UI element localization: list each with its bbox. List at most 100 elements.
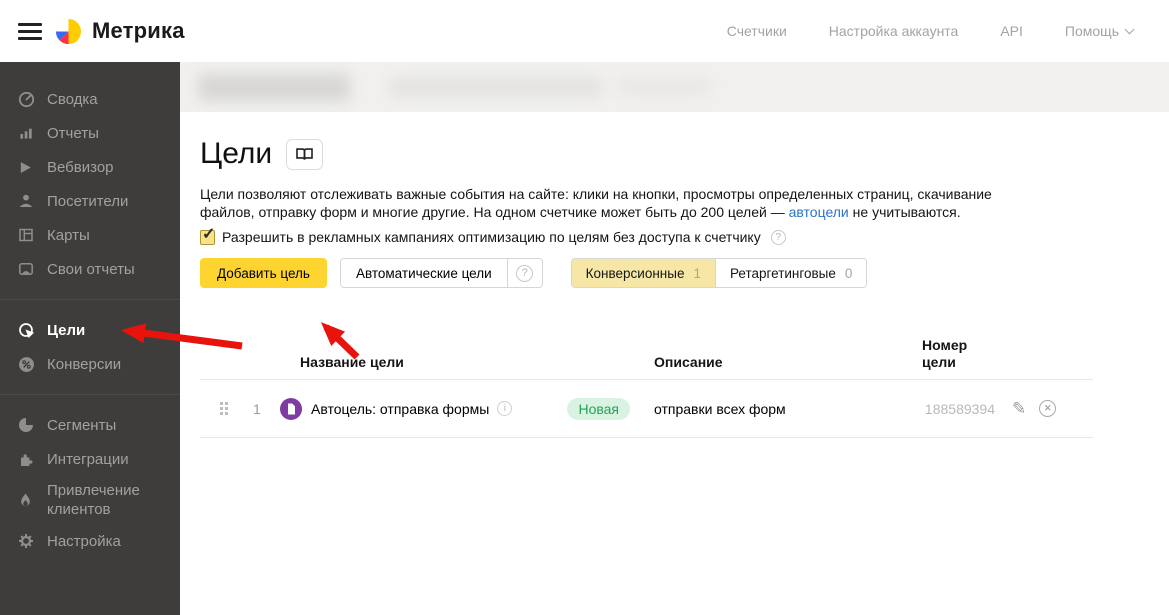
title-row: Цели — [200, 137, 1169, 171]
main-content: Цели Цели позволяют отслеживать важные с… — [180, 62, 1169, 615]
percent-circle-icon — [18, 356, 38, 372]
pie-chart-icon — [18, 417, 38, 433]
column-header-goal-number: Номер цели — [920, 337, 1000, 371]
puzzle-icon — [18, 451, 38, 467]
tab-retargeting-goals[interactable]: Ретаргетинговые 0 — [715, 259, 866, 287]
goal-name-cell: Автоцель: отправка формы i Новая — [280, 398, 650, 420]
tab-count: 1 — [693, 266, 701, 281]
help-book-button[interactable] — [286, 139, 323, 170]
sidebar-item-custom-reports[interactable]: Свои отчеты — [0, 252, 180, 286]
column-header-description: Описание — [650, 354, 920, 371]
sidebar-item-label: Отчеты — [47, 124, 99, 143]
sidebar-item-integrations[interactable]: Интеграции — [0, 442, 180, 476]
sidebar-item-reports[interactable]: Отчеты — [0, 116, 180, 150]
top-header: Метрика Счетчики Настройка аккаунта API … — [0, 0, 1169, 62]
chevron-down-icon — [1125, 24, 1135, 34]
sidebar-item-client-acquisition[interactable]: Привлечение клиентов — [0, 476, 180, 524]
add-goal-button[interactable]: Добавить цель — [200, 258, 327, 288]
top-nav: Счетчики Настройка аккаунта API Помощь — [727, 23, 1133, 39]
goal-type-tabs: Конверсионные 1 Ретаргетинговые 0 — [571, 258, 868, 288]
check-icon: ✓ — [202, 224, 215, 244]
goal-target-icon — [18, 322, 38, 338]
gear-icon — [18, 533, 38, 549]
speedometer-icon — [18, 91, 38, 107]
delete-circle-icon[interactable]: ✕ — [1039, 400, 1056, 417]
tab-count: 0 — [845, 266, 853, 281]
goal-id: 188589394 — [920, 401, 1000, 417]
sidebar-item-label: Настройка — [47, 532, 121, 551]
page-title: Цели — [200, 137, 272, 171]
auto-goals-help[interactable]: ? — [507, 259, 542, 287]
tab-conversion-goals[interactable]: Конверсионные 1 — [572, 259, 715, 287]
optimize-checkbox-row: ✓ Разрешить в рекламных кампаниях оптими… — [200, 229, 1169, 245]
nav-help-label: Помощь — [1065, 23, 1119, 39]
sidebar-item-label: Свои отчеты — [47, 260, 135, 279]
page-root: { "colors": { "accent_yellow": "#fed530"… — [0, 0, 1169, 615]
drag-dots-icon — [220, 402, 228, 415]
person-icon — [18, 193, 38, 209]
sidebar-divider — [0, 394, 180, 395]
sidebar-item-label: Карты — [47, 226, 90, 245]
nav-counters[interactable]: Счетчики — [727, 23, 787, 39]
bar-chart-icon — [18, 125, 38, 141]
sidebar-item-summary[interactable]: Сводка — [0, 82, 180, 116]
nav-account-settings[interactable]: Настройка аккаунта — [829, 23, 959, 39]
nav-help[interactable]: Помощь — [1065, 23, 1133, 39]
drag-handle[interactable] — [200, 402, 240, 415]
column-header-name: Название цели — [280, 354, 650, 371]
auto-goals-button[interactable]: Автоматические цели — [341, 259, 507, 287]
question-circle-icon[interactable]: ? — [771, 230, 786, 245]
redacted-counter-info-2 — [618, 79, 710, 95]
sidebar-item-conversions[interactable]: Конверсии — [0, 347, 180, 381]
sidebar-item-maps[interactable]: Карты — [0, 218, 180, 252]
goals-description: Цели позволяют отслеживать важные событи… — [200, 186, 998, 221]
sidebar-item-label: Интеграции — [47, 450, 129, 469]
optimize-checkbox[interactable]: ✓ — [200, 230, 215, 245]
question-circle-icon: ? — [516, 265, 533, 282]
sidebar-group-goals: Цели Конверсии — [0, 307, 180, 387]
goal-description: отправки всех форм — [650, 401, 920, 417]
tab-label: Ретаргетинговые — [730, 266, 836, 281]
metrica-logo[interactable]: Метрика — [55, 18, 185, 45]
sidebar-item-label: Привлечение клиентов — [47, 481, 143, 519]
sidebar-item-label: Сводка — [47, 90, 98, 109]
row-actions: ✎ ✕ — [1000, 400, 1093, 417]
sidebar-item-label: Сегменты — [47, 416, 116, 435]
sidebar-item-segments[interactable]: Сегменты — [0, 408, 180, 442]
sidebar-group-tools: Сегменты Интеграции Привлечение клиентов… — [0, 402, 180, 564]
status-badge: Новая — [567, 398, 630, 420]
autogoal-icon — [280, 398, 302, 420]
table-row: 1 Автоцель: отправка формы i Новая отпра… — [200, 380, 1093, 438]
layout-icon — [18, 227, 38, 243]
description-text-after: не учитываются. — [849, 204, 961, 220]
brand-name: Метрика — [92, 18, 185, 44]
sidebar-item-settings[interactable]: Настройка — [0, 524, 180, 558]
goal-name[interactable]: Автоцель: отправка формы — [311, 401, 489, 417]
info-circle-icon[interactable]: i — [497, 401, 512, 416]
sidebar-item-goals[interactable]: Цели — [0, 313, 180, 347]
play-icon — [18, 159, 38, 175]
row-number: 1 — [240, 401, 280, 417]
redacted-counter-name — [198, 74, 350, 101]
sidebar-item-label: Вебвизор — [47, 158, 114, 177]
nav-api[interactable]: API — [1000, 23, 1023, 39]
sidebar-item-webvisor[interactable]: Вебвизор — [0, 150, 180, 184]
edit-pencil-icon[interactable]: ✎ — [1012, 400, 1026, 417]
sidebar-item-label: Цели — [47, 321, 85, 340]
sidebar-divider — [0, 299, 180, 300]
sidebar-item-label: Конверсии — [47, 355, 121, 374]
autogoals-link[interactable]: автоцели — [789, 204, 849, 220]
sidebar-item-label: Посетители — [47, 192, 128, 211]
metrica-logo-icon — [55, 18, 82, 45]
goals-table: Название цели Описание Номер цели 1 Авто… — [200, 330, 1093, 438]
redacted-counter-info — [390, 78, 602, 97]
sidebar: Сводка Отчеты Вебвизор Посетители Карты — [0, 62, 180, 615]
tab-label: Конверсионные — [586, 266, 685, 281]
open-book-icon — [295, 147, 314, 162]
goals-toolbar: Добавить цель Автоматические цели ? Конв… — [200, 258, 1169, 288]
hamburger-menu-icon[interactable] — [18, 23, 42, 40]
sidebar-item-visitors[interactable]: Посетители — [0, 184, 180, 218]
monitor-icon — [18, 261, 38, 277]
optimize-checkbox-label: Разрешить в рекламных кампаниях оптимиза… — [222, 229, 761, 245]
auto-goals-button-group: Автоматические цели ? — [340, 258, 543, 288]
